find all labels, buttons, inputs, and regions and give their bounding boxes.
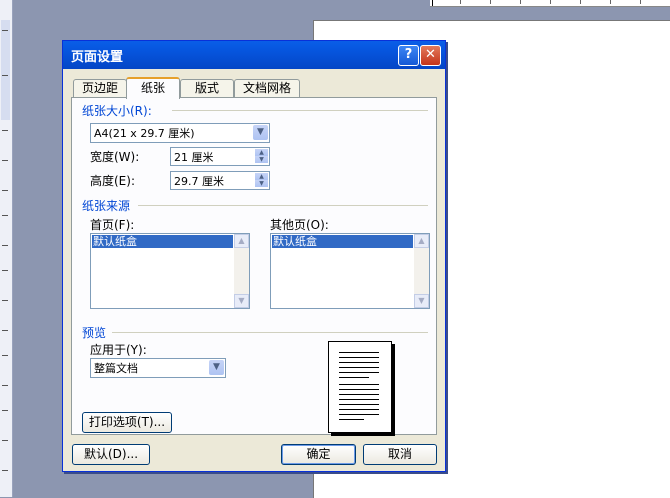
paper-size-combo[interactable]: A4(21 x 29.7 厘米) ▼ bbox=[90, 123, 270, 143]
other-pages-listbox[interactable]: 默认纸盒 ▲ ▼ bbox=[270, 233, 430, 309]
scroll-up-icon[interactable]: ▲ bbox=[234, 234, 249, 248]
close-icon: ✕ bbox=[425, 47, 436, 62]
first-page-listbox[interactable]: 默认纸盒 ▲ ▼ bbox=[90, 233, 250, 309]
preview-label: 预览 bbox=[82, 326, 107, 340]
apply-to-value: 整篇文档 bbox=[94, 362, 138, 375]
first-page-option[interactable]: 默认纸盒 bbox=[92, 235, 233, 248]
horizontal-ruler bbox=[430, 0, 670, 7]
page-setup-dialog: 页面设置 ? ✕ 页边距 纸张 版式 文档网格 纸张大小(R): A4(21 x… bbox=[62, 40, 446, 472]
chevron-down-icon[interactable]: ▼ bbox=[209, 360, 224, 375]
width-value: 21 厘米 bbox=[174, 151, 214, 164]
spin-down-icon[interactable]: ▼ bbox=[255, 156, 268, 163]
default-button[interactable]: 默认(D)... bbox=[72, 444, 150, 465]
first-page-label: 首页(F): bbox=[90, 218, 135, 232]
spin-up-icon[interactable]: ▲ bbox=[255, 149, 268, 156]
spin-down-icon[interactable]: ▼ bbox=[255, 180, 268, 187]
width-label: 宽度(W): bbox=[90, 150, 140, 164]
ok-button[interactable]: 确定 bbox=[281, 444, 356, 465]
tab-margins[interactable]: 页边距 bbox=[73, 79, 127, 97]
scroll-up-icon[interactable]: ▲ bbox=[414, 234, 429, 248]
title-bar[interactable]: 页面设置 ? ✕ bbox=[63, 41, 445, 69]
scrollbar[interactable]: ▲ ▼ bbox=[414, 234, 429, 308]
paper-panel: 纸张大小(R): A4(21 x 29.7 厘米) ▼ 宽度(W): 21 厘米… bbox=[71, 97, 437, 435]
chevron-down-icon[interactable]: ▼ bbox=[253, 125, 268, 140]
paper-size-label: 纸张大小(R): bbox=[82, 104, 152, 118]
tab-layout[interactable]: 版式 bbox=[180, 79, 234, 97]
dialog-title: 页面设置 bbox=[71, 50, 124, 65]
paper-size-value: A4(21 x 29.7 厘米) bbox=[94, 127, 195, 140]
scrollbar[interactable]: ▲ ▼ bbox=[234, 234, 249, 308]
height-spinner[interactable]: 29.7 厘米 ▲ ▼ bbox=[170, 171, 270, 190]
scroll-down-icon[interactable]: ▼ bbox=[234, 294, 249, 308]
other-pages-label: 其他页(O): bbox=[270, 218, 329, 232]
width-spinner[interactable]: 21 厘米 ▲ ▼ bbox=[170, 147, 270, 166]
apply-to-combo[interactable]: 整篇文档 ▼ bbox=[90, 358, 226, 378]
preview-page-thumbnail bbox=[328, 341, 392, 433]
scroll-down-icon[interactable]: ▼ bbox=[414, 294, 429, 308]
help-icon: ? bbox=[404, 47, 413, 62]
tab-document-grid[interactable]: 文档网格 bbox=[234, 79, 300, 97]
spin-up-icon[interactable]: ▲ bbox=[255, 173, 268, 180]
close-button[interactable]: ✕ bbox=[420, 45, 441, 66]
height-value: 29.7 厘米 bbox=[174, 175, 224, 188]
help-button[interactable]: ? bbox=[398, 45, 419, 66]
tab-paper[interactable]: 纸张 bbox=[126, 77, 180, 99]
print-options-button[interactable]: 打印选项(T)... bbox=[82, 412, 172, 433]
apply-to-label: 应用于(Y): bbox=[90, 343, 147, 357]
paper-source-label: 纸张来源 bbox=[82, 199, 131, 213]
height-label: 高度(E): bbox=[90, 174, 135, 188]
vertical-ruler bbox=[0, 0, 13, 497]
other-pages-option[interactable]: 默认纸盒 bbox=[272, 235, 413, 248]
cancel-button[interactable]: 取消 bbox=[363, 444, 437, 465]
